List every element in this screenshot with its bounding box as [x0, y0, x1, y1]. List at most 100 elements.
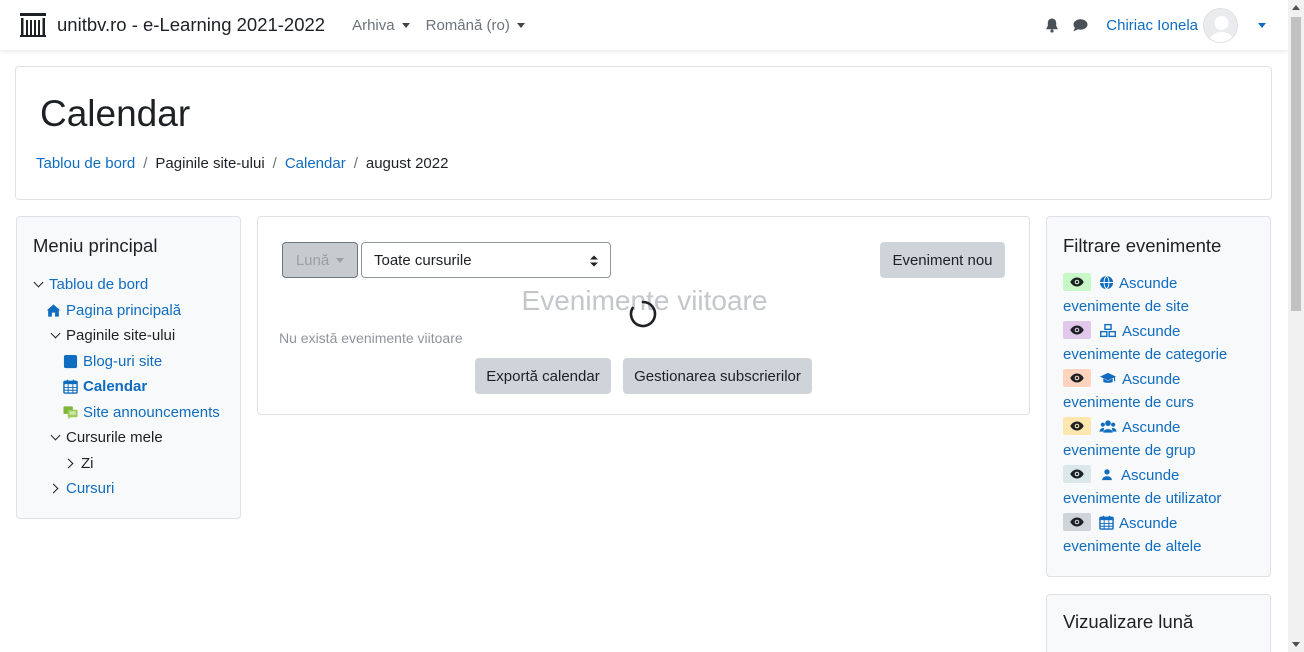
chevron-right-icon	[63, 458, 74, 469]
forum-icon	[63, 406, 78, 420]
user-avatar-icon	[1209, 15, 1234, 42]
filter-category-label: evenimente de grup	[1063, 442, 1196, 459]
site-name: unitbv.ro - e-Learning 2021-2022	[57, 14, 326, 35]
export-calendar-label: Exportă calendar	[486, 367, 600, 385]
menu-item-label: Blog-uri site	[83, 353, 163, 370]
scroll-thumb[interactable]	[1291, 17, 1301, 311]
menu-item-my-courses[interactable]: Cursurile mele	[50, 429, 163, 446]
filter-site-events[interactable]: Ascunde evenimente de site	[1063, 272, 1263, 318]
chevron-down-icon	[336, 257, 345, 263]
calendar-icon	[1099, 515, 1114, 530]
eye-icon	[1063, 369, 1091, 387]
home-icon	[46, 304, 61, 317]
manage-subscriptions-button[interactable]: Gestionarea subscrierilor	[623, 358, 812, 394]
breadcrumb-calendar[interactable]: Calendar	[285, 155, 346, 172]
scroll-up-arrow-icon[interactable]	[1292, 5, 1300, 10]
menu-item-label: Cursurile mele	[66, 429, 163, 446]
select-arrows-icon	[590, 255, 598, 267]
calendar-icon	[63, 379, 78, 394]
loading-spinner-icon	[629, 300, 657, 328]
bell-icon[interactable]	[1044, 17, 1060, 33]
chevron-right-icon	[48, 483, 59, 494]
filter-group-events[interactable]: Ascunde evenimente de grup	[1063, 416, 1263, 462]
avatar[interactable]	[1203, 7, 1238, 43]
user-icon	[1102, 469, 1112, 481]
graduation-cap-icon	[1100, 372, 1116, 383]
filter-hide-label: Ascunde	[1119, 515, 1178, 532]
no-events-message: Nu există evenimente viitoare	[279, 330, 463, 346]
manage-subscriptions-label: Gestionarea subscrierilor	[634, 367, 801, 385]
page-header: Calendar Tablou de bord / Paginile site-…	[15, 66, 1272, 200]
language-menu-label: Română (ro)	[425, 16, 510, 34]
menu-item-courses[interactable]: Cursuri	[48, 480, 115, 497]
chevron-down-icon	[516, 22, 525, 28]
view-selector-label: Lună	[295, 251, 330, 269]
eye-icon	[1063, 513, 1091, 531]
blog-icon	[63, 354, 78, 369]
menu-item-label: Tablou de bord	[49, 276, 149, 293]
page-title: Calendar	[40, 93, 191, 134]
new-event-label: Eveniment nou	[892, 251, 993, 269]
export-calendar-button[interactable]: Exportă calendar	[475, 358, 611, 394]
course-select[interactable]: Toate cursurile	[361, 242, 611, 278]
language-menu[interactable]: Română (ro)	[426, 17, 525, 34]
filter-category-events[interactable]: Ascunde evenimente de categorie	[1063, 320, 1263, 366]
filter-category-label: evenimente de curs	[1063, 394, 1194, 411]
breadcrumb-separator: /	[143, 155, 148, 172]
menu-item-label: Calendar	[83, 378, 148, 395]
filter-other-events[interactable]: Ascunde evenimente de altele	[1063, 512, 1263, 558]
filter-hide-label: Ascunde	[1122, 323, 1181, 340]
chevron-down-icon	[401, 22, 410, 28]
breadcrumb-separator: /	[353, 155, 358, 172]
filter-category-label: evenimente de altele	[1063, 538, 1202, 555]
chevron-down-icon	[50, 430, 61, 441]
archive-menu-label: Arhiva	[352, 16, 395, 34]
globe-icon	[1099, 275, 1114, 290]
main-menu-block: Meniu principal Tablou de bord Pagina pr…	[16, 216, 241, 519]
breadcrumb-dashboard[interactable]: Tablou de bord	[36, 155, 135, 172]
menu-item-label: Pagina principală	[66, 302, 182, 319]
menu-item-site-announcements[interactable]: Site announcements	[63, 404, 220, 421]
filter-user-events[interactable]: Ascunde evenimente de utilizator	[1063, 464, 1263, 510]
main-menu-title: Meniu principal	[33, 235, 158, 256]
eye-icon	[1063, 465, 1091, 483]
filter-hide-label: Ascunde	[1122, 371, 1181, 388]
menu-item-site-blogs[interactable]: Blog-uri site	[63, 353, 162, 370]
eye-icon	[1063, 273, 1091, 291]
calendar-upcoming-region: Lună Toate cursurile Eveniment nou Eveni…	[257, 216, 1030, 415]
view-selector-button[interactable]: Lună	[282, 242, 358, 278]
cubes-icon	[1100, 323, 1116, 338]
filter-category-label: evenimente de categorie	[1063, 346, 1228, 363]
eye-icon	[1063, 321, 1091, 339]
month-view-block: Vizualizare lună	[1046, 594, 1271, 652]
filter-course-events[interactable]: Ascunde evenimente de curs	[1063, 368, 1263, 414]
breadcrumb-separator: /	[272, 155, 277, 172]
chevron-down-icon	[33, 277, 44, 288]
page-scrollbar[interactable]	[1288, 0, 1304, 652]
menu-item-zi[interactable]: Zi	[63, 455, 94, 472]
filter-hide-label: Ascunde	[1121, 467, 1180, 484]
user-menu-chevron-icon[interactable]	[1258, 22, 1266, 28]
user-name[interactable]: Chiriac Ionela	[1106, 17, 1198, 34]
eye-icon	[1063, 417, 1091, 435]
menu-item-calendar[interactable]: Calendar	[63, 378, 147, 395]
menu-item-label: Cursuri	[66, 480, 115, 497]
menu-item-dashboard[interactable]: Tablou de bord	[33, 276, 149, 293]
filter-hide-label: Ascunde	[1119, 275, 1178, 292]
breadcrumb-current: august 2022	[365, 155, 449, 172]
brand[interactable]: unitbv.ro - e-Learning 2021-2022	[20, 13, 325, 37]
filter-category-label: evenimente de site	[1063, 298, 1189, 315]
chevron-down-icon	[50, 328, 61, 339]
top-navbar: unitbv.ro - e-Learning 2021-2022 Arhiva …	[0, 0, 1288, 50]
menu-item-site-pages[interactable]: Paginile site-ului	[50, 327, 175, 344]
course-select-value: Toate cursurile	[374, 251, 472, 269]
archive-menu[interactable]: Arhiva	[352, 17, 410, 34]
scroll-down-arrow-icon[interactable]	[1292, 642, 1300, 647]
filter-category-label: evenimente de utilizator	[1063, 490, 1222, 507]
messages-icon[interactable]	[1072, 17, 1088, 33]
menu-item-label: Site announcements	[83, 404, 220, 421]
new-event-button[interactable]: Eveniment nou	[880, 242, 1005, 278]
menu-item-home[interactable]: Pagina principală	[46, 302, 181, 319]
menu-item-label: Zi	[81, 455, 94, 472]
users-icon	[1099, 420, 1117, 433]
